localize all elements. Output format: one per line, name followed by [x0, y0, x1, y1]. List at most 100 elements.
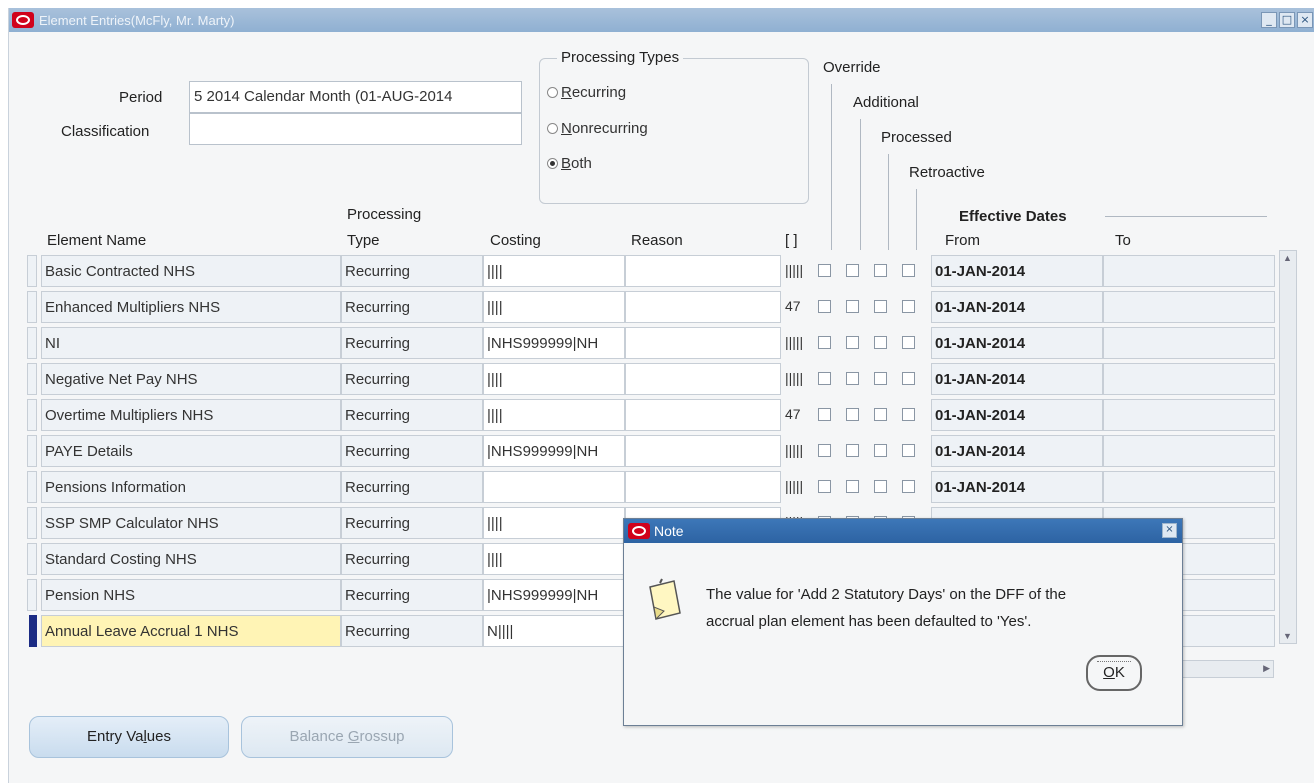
- costing-cell[interactable]: ||||: [483, 543, 625, 575]
- radio-recurring[interactable]: Recurring: [547, 84, 626, 101]
- row-selector[interactable]: [27, 471, 37, 503]
- effective-to-cell[interactable]: [1103, 327, 1275, 359]
- costing-cell[interactable]: N||||: [483, 615, 625, 647]
- additional-checkbox[interactable]: [846, 480, 859, 493]
- period-field[interactable]: 5 2014 Calendar Month (01-AUG-2014: [189, 81, 522, 113]
- ok-button[interactable]: OK: [1086, 655, 1142, 691]
- dff-cell[interactable]: |||||: [785, 262, 803, 278]
- table-row[interactable]: Overtime Multipliers NHS Recurring |||| 47 0…: [27, 398, 1277, 432]
- override-checkbox[interactable]: [818, 336, 831, 349]
- row-selector[interactable]: [29, 615, 37, 647]
- processed-checkbox[interactable]: [874, 300, 887, 313]
- reason-cell[interactable]: [625, 435, 781, 467]
- element-name-cell[interactable]: Negative Net Pay NHS: [41, 363, 341, 395]
- element-name-cell[interactable]: Overtime Multipliers NHS: [41, 399, 341, 431]
- effective-to-cell[interactable]: [1103, 399, 1275, 431]
- radio-nonrecurring[interactable]: Nonrecurring: [547, 120, 648, 137]
- row-selector[interactable]: [27, 543, 37, 575]
- costing-cell[interactable]: ||||: [483, 363, 625, 395]
- reason-cell[interactable]: [625, 471, 781, 503]
- processed-checkbox[interactable]: [874, 408, 887, 421]
- effective-to-cell[interactable]: [1103, 435, 1275, 467]
- row-selector[interactable]: [27, 435, 37, 467]
- dff-cell[interactable]: |||||: [785, 442, 803, 458]
- retroactive-checkbox[interactable]: [902, 372, 915, 385]
- additional-checkbox[interactable]: [846, 336, 859, 349]
- close-icon[interactable]: ×: [1162, 523, 1177, 538]
- maximize-icon[interactable]: □: [1279, 12, 1295, 28]
- retroactive-checkbox[interactable]: [902, 444, 915, 457]
- reason-cell[interactable]: [625, 255, 781, 287]
- element-name-cell[interactable]: Standard Costing NHS: [41, 543, 341, 575]
- retroactive-checkbox[interactable]: [902, 480, 915, 493]
- close-icon[interactable]: ×: [1297, 12, 1313, 28]
- processed-checkbox[interactable]: [874, 444, 887, 457]
- processed-checkbox[interactable]: [874, 372, 887, 385]
- vertical-scrollbar[interactable]: ▲ ▼: [1279, 250, 1297, 644]
- effective-to-cell[interactable]: [1103, 363, 1275, 395]
- effective-from-cell[interactable]: 01-JAN-2014: [931, 471, 1103, 503]
- costing-cell[interactable]: ||||: [483, 399, 625, 431]
- element-name-cell[interactable]: Pension NHS: [41, 579, 341, 611]
- costing-cell[interactable]: ||||: [483, 291, 625, 323]
- row-selector[interactable]: [27, 255, 37, 287]
- row-selector[interactable]: [27, 579, 37, 611]
- retroactive-checkbox[interactable]: [902, 336, 915, 349]
- effective-to-cell[interactable]: [1103, 291, 1275, 323]
- table-row[interactable]: PAYE Details Recurring |NHS999999|NH ||||| 0…: [27, 434, 1277, 468]
- table-row[interactable]: Negative Net Pay NHS Recurring |||| ||||| 01…: [27, 362, 1277, 396]
- effective-from-cell[interactable]: 01-JAN-2014: [931, 291, 1103, 323]
- row-selector[interactable]: [27, 291, 37, 323]
- reason-cell[interactable]: [625, 291, 781, 323]
- processed-checkbox[interactable]: [874, 264, 887, 277]
- dff-header[interactable]: [ ]: [785, 232, 798, 249]
- dff-cell[interactable]: 47: [785, 406, 801, 422]
- element-name-cell[interactable]: NI: [41, 327, 341, 359]
- reason-cell[interactable]: [625, 363, 781, 395]
- costing-cell[interactable]: ||||: [483, 255, 625, 287]
- table-row[interactable]: Enhanced Multipliers NHS Recurring |||| 47 0…: [27, 290, 1277, 324]
- override-checkbox[interactable]: [818, 408, 831, 421]
- costing-cell[interactable]: [483, 471, 625, 503]
- element-name-cell[interactable]: Pensions Information: [41, 471, 341, 503]
- radio-both[interactable]: Both: [547, 155, 592, 172]
- scroll-up-icon[interactable]: ▲: [1283, 253, 1292, 263]
- costing-cell[interactable]: |NHS999999|NH: [483, 579, 625, 611]
- effective-to-cell[interactable]: [1103, 255, 1275, 287]
- dff-cell[interactable]: 47: [785, 298, 801, 314]
- dff-cell[interactable]: |||||: [785, 478, 803, 494]
- override-checkbox[interactable]: [818, 372, 831, 385]
- entry-values-button[interactable]: Entry Values: [29, 716, 229, 758]
- additional-checkbox[interactable]: [846, 264, 859, 277]
- dff-cell[interactable]: |||||: [785, 334, 803, 350]
- dff-cell[interactable]: |||||: [785, 370, 803, 386]
- element-name-cell[interactable]: Annual Leave Accrual 1 NHS: [41, 615, 341, 647]
- minimize-icon[interactable]: _: [1261, 12, 1277, 28]
- element-name-cell[interactable]: Basic Contracted NHS: [41, 255, 341, 287]
- element-name-cell[interactable]: PAYE Details: [41, 435, 341, 467]
- retroactive-checkbox[interactable]: [902, 300, 915, 313]
- row-selector[interactable]: [27, 399, 37, 431]
- element-name-cell[interactable]: Enhanced Multipliers NHS: [41, 291, 341, 323]
- classification-field[interactable]: [189, 113, 522, 145]
- scroll-down-icon[interactable]: ▼: [1283, 631, 1292, 641]
- table-row[interactable]: Basic Contracted NHS Recurring |||| ||||| 01…: [27, 254, 1277, 288]
- reason-cell[interactable]: [625, 327, 781, 359]
- reason-cell[interactable]: [625, 399, 781, 431]
- costing-cell[interactable]: ||||: [483, 507, 625, 539]
- additional-checkbox[interactable]: [846, 300, 859, 313]
- costing-cell[interactable]: |NHS999999|NH: [483, 435, 625, 467]
- element-name-cell[interactable]: SSP SMP Calculator NHS: [41, 507, 341, 539]
- row-selector[interactable]: [27, 363, 37, 395]
- override-checkbox[interactable]: [818, 264, 831, 277]
- row-selector[interactable]: [27, 327, 37, 359]
- processed-checkbox[interactable]: [874, 336, 887, 349]
- retroactive-checkbox[interactable]: [902, 264, 915, 277]
- costing-cell[interactable]: |NHS999999|NH: [483, 327, 625, 359]
- table-row[interactable]: Pensions Information Recurring ||||| 01-JAN…: [27, 470, 1277, 504]
- override-checkbox[interactable]: [818, 480, 831, 493]
- table-row[interactable]: NI Recurring |NHS999999|NH ||||| 01-JAN-2014: [27, 326, 1277, 360]
- override-checkbox[interactable]: [818, 300, 831, 313]
- effective-to-cell[interactable]: [1103, 471, 1275, 503]
- scroll-right-icon[interactable]: ▶: [1263, 663, 1270, 674]
